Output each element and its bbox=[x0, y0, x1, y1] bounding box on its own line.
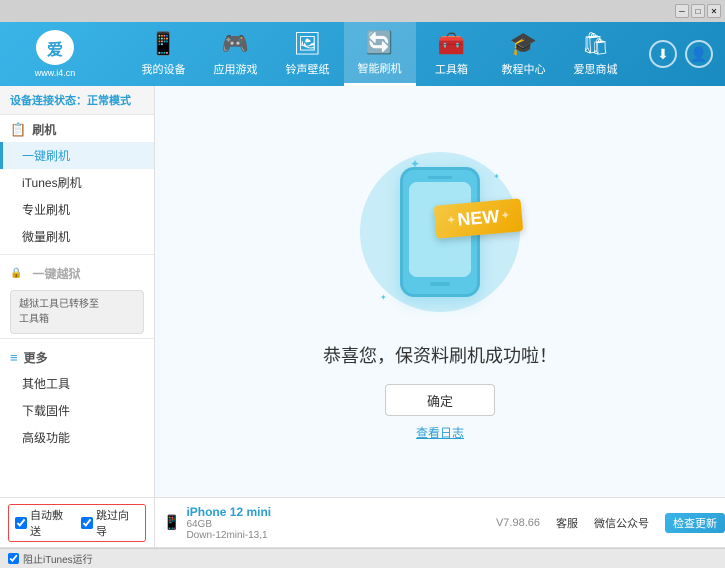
one-click-flash-label: 一键刷机 bbox=[22, 147, 70, 164]
sparkle-2: ✦ bbox=[493, 172, 500, 181]
main-content: NEW ✦ ✦ ✦ 恭喜您，保资料刷机成功啦！ 确定 查看日志 bbox=[155, 86, 725, 497]
nav-toolbox[interactable]: 🧰 工具箱 bbox=[416, 22, 488, 86]
phone-home-btn bbox=[430, 282, 450, 286]
nav-wallpaper[interactable]: 🖼 铃声壁纸 bbox=[272, 22, 344, 86]
header: 爱 www.i4.cn 📱 我的设备 🎮 应用游戏 🖼 铃声壁纸 🔄 智能刷机 … bbox=[0, 22, 725, 86]
sidebar-section-jailbreak: 🔒 一键越狱 越狱工具已转移至工具箱 bbox=[0, 259, 154, 334]
logo-url: www.i4.cn bbox=[35, 68, 76, 78]
log-link[interactable]: 查看日志 bbox=[416, 424, 464, 441]
sidebar-item-download-firmware[interactable]: 下载固件 bbox=[0, 397, 154, 424]
connection-status: 设备连接状态：正常模式 bbox=[0, 86, 154, 115]
itunes-block-checkbox[interactable] bbox=[8, 553, 19, 564]
flash-section-icon: 📋 bbox=[10, 122, 26, 138]
pro-flash-label: 专业刷机 bbox=[22, 201, 70, 218]
section-flash-header: 📋 刷机 bbox=[0, 115, 154, 142]
header-right-buttons: ⬇ 👤 bbox=[649, 40, 725, 68]
bottom-area: 自动敷送 跳过向导 📱 iPhone 12 mini 64GB Down-12m… bbox=[0, 497, 725, 568]
sidebar-item-micro-flash[interactable]: 微量刷机 bbox=[0, 223, 154, 250]
sidebar-section-flash: 📋 刷机 一键刷机 iTunes刷机 专业刷机 微量刷机 bbox=[0, 115, 154, 250]
nav-apps-icon: 🎮 bbox=[222, 31, 249, 57]
user-btn[interactable]: 👤 bbox=[685, 40, 713, 68]
nav-tutorial-label: 教程中心 bbox=[502, 61, 546, 77]
sidebar-item-one-click-flash[interactable]: 一键刷机 bbox=[0, 142, 154, 169]
nav-shop[interactable]: 🛍 爱思商城 bbox=[560, 22, 632, 86]
confirm-button[interactable]: 确定 bbox=[385, 384, 495, 416]
jailbreak-note: 越狱工具已转移至工具箱 bbox=[10, 290, 144, 334]
section-more-header: ≡ 更多 bbox=[0, 343, 154, 370]
divider-1 bbox=[0, 254, 154, 255]
success-illustration: NEW ✦ ✦ ✦ bbox=[350, 142, 530, 322]
nav-flash-label: 智能刷机 bbox=[358, 60, 402, 76]
close-btn[interactable]: ✕ bbox=[707, 4, 721, 18]
lock-icon: 🔒 bbox=[10, 268, 22, 279]
download-btn[interactable]: ⬇ bbox=[649, 40, 677, 68]
logo-icon: 爱 bbox=[36, 30, 74, 65]
device-storage: 64GB bbox=[186, 519, 271, 530]
nav-apps-games[interactable]: 🎮 应用游戏 bbox=[200, 22, 272, 86]
nav-wallpaper-label: 铃声壁纸 bbox=[286, 61, 330, 77]
nav-my-device[interactable]: 📱 我的设备 bbox=[128, 22, 200, 86]
nav-device-icon: 📱 bbox=[150, 31, 177, 57]
nav-toolbox-icon: 🧰 bbox=[438, 31, 465, 57]
itunes-label: 阻止iTunes运行 bbox=[23, 551, 93, 566]
sidebar-item-itunes-flash[interactable]: iTunes刷机 bbox=[0, 169, 154, 196]
nav-shop-label: 爱思商城 bbox=[574, 61, 618, 77]
sidebar: 设备连接状态：正常模式 📋 刷机 一键刷机 iTunes刷机 专业刷机 微量刷机 bbox=[0, 86, 155, 497]
section-jailbreak-header: 🔒 一键越狱 bbox=[0, 259, 154, 286]
nav-smart-flash[interactable]: 🔄 智能刷机 bbox=[344, 22, 416, 86]
nav-tutorial[interactable]: 🎓 教程中心 bbox=[488, 22, 560, 86]
itunes-bar: 阻止iTunes运行 bbox=[0, 548, 725, 568]
jailbreak-section-title: 一键越狱 bbox=[32, 265, 80, 282]
divider-2 bbox=[0, 338, 154, 339]
nav-tutorial-icon: 🎓 bbox=[510, 31, 537, 57]
sparkle-1: ✦ bbox=[410, 157, 420, 171]
nav-flash-icon: 🔄 bbox=[366, 30, 393, 56]
sidebar-item-other-tools[interactable]: 其他工具 bbox=[0, 370, 154, 397]
nav-bar: 📱 我的设备 🎮 应用游戏 🖼 铃声壁纸 🔄 智能刷机 🧰 工具箱 🎓 教程中心… bbox=[110, 22, 649, 86]
confirm-button-label: 确定 bbox=[427, 391, 453, 410]
title-bar: ─ □ ✕ bbox=[0, 0, 725, 22]
logo[interactable]: 爱 www.i4.cn bbox=[0, 22, 110, 86]
advanced-label: 高级功能 bbox=[22, 429, 70, 446]
sidebar-item-advanced[interactable]: 高级功能 bbox=[0, 424, 154, 451]
other-tools-label: 其他工具 bbox=[22, 375, 70, 392]
new-badge-text: NEW bbox=[457, 206, 501, 231]
nav-apps-label: 应用游戏 bbox=[214, 61, 258, 77]
nav-toolbox-label: 工具箱 bbox=[435, 61, 468, 77]
phone-speaker bbox=[428, 176, 453, 179]
sparkle-3: ✦ bbox=[380, 293, 387, 302]
sidebar-item-pro-flash[interactable]: 专业刷机 bbox=[0, 196, 154, 223]
sidebar-section-more: ≡ 更多 其他工具 下载固件 高级功能 bbox=[0, 343, 154, 451]
micro-flash-label: 微量刷机 bbox=[22, 228, 70, 245]
main-layout: 设备连接状态：正常模式 📋 刷机 一键刷机 iTunes刷机 专业刷机 微量刷机 bbox=[0, 86, 725, 497]
check-update-label: 检查更新 bbox=[673, 518, 717, 530]
status-prefix: 设备连接状态： bbox=[10, 95, 87, 107]
itunes-flash-label: iTunes刷机 bbox=[22, 174, 82, 191]
minimize-btn[interactable]: ─ bbox=[675, 4, 689, 18]
jailbreak-note-text: 越狱工具已转移至工具箱 bbox=[19, 299, 99, 325]
status-value: 正常模式 bbox=[87, 95, 131, 107]
device-ios: Down-12mini-13,1 bbox=[186, 530, 271, 541]
maximize-btn[interactable]: □ bbox=[691, 4, 705, 18]
device-name: iPhone 12 mini bbox=[186, 505, 271, 519]
download-firmware-label: 下载固件 bbox=[22, 402, 70, 419]
flash-section-title: 刷机 bbox=[32, 121, 56, 138]
more-section-title: 更多 bbox=[24, 349, 48, 366]
nav-wallpaper-icon: 🖼 bbox=[294, 31, 322, 57]
device-row: 自动敷送 跳过向导 📱 iPhone 12 mini 64GB Down-12m… bbox=[0, 498, 725, 548]
nav-shop-icon: 🛍 bbox=[582, 31, 610, 57]
success-message: 恭喜您，保资料刷机成功啦！ bbox=[323, 342, 557, 368]
more-section-icon: ≡ bbox=[10, 350, 18, 365]
nav-device-label: 我的设备 bbox=[142, 61, 186, 77]
